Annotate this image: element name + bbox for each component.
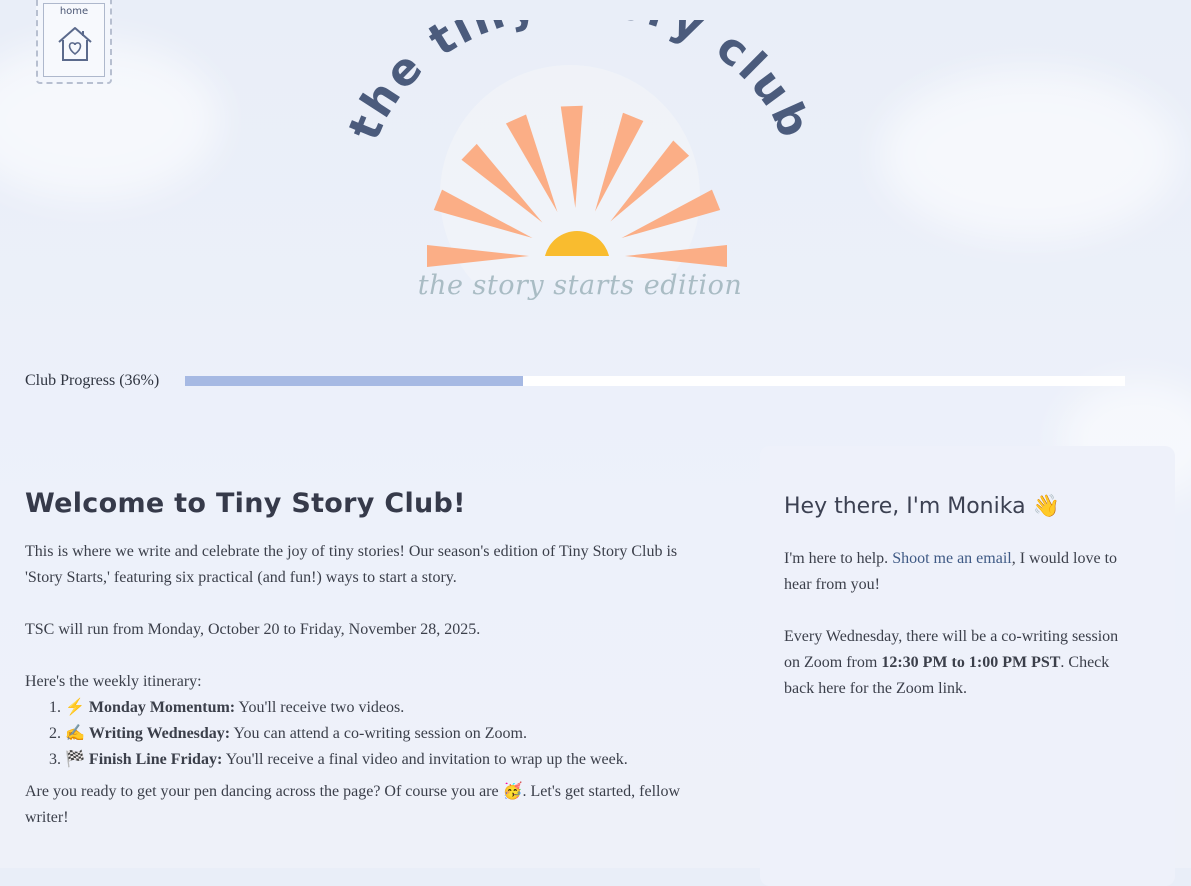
host-card: Hey there, I'm Monika 👋 I'm here to help… [760, 446, 1175, 886]
itinerary-title: Monday Momentum: [88, 699, 236, 716]
checkered-flag-icon: 🏁 [65, 751, 85, 768]
itinerary-text: You can attend a co-writing session on Z… [230, 725, 527, 742]
itinerary-text: You'll receive two videos. [235, 699, 405, 716]
cowrite-time: 12:30 PM to 1:00 PM PST [881, 654, 1061, 671]
itinerary-title: Writing Wednesday: [88, 725, 231, 742]
itinerary-text: You'll receive a final video and invitat… [222, 751, 628, 768]
club-progress: Club Progress (36%) [25, 370, 1125, 392]
itinerary-title: Finish Line Friday: [88, 751, 223, 768]
logo-subtitle: the story starts edition [417, 270, 743, 301]
progress-track [185, 376, 1125, 386]
club-logo: the tiny story club the story starts edi… [339, 0, 820, 325]
intro-text: This is where we write and celebrate the… [25, 543, 678, 586]
home-stamp-link[interactable]: home [36, 0, 112, 84]
help-text: I'm here to help. Shoot me an email, I w… [784, 546, 1134, 598]
host-greeting: Hey there, I'm Monika 👋 [784, 494, 1060, 519]
lightning-icon: ⚡ [65, 699, 85, 716]
closing-text-a: Are you ready to get your pen dancing ac… [25, 783, 503, 800]
dates-text: TSC will run from Monday, October 20 to … [25, 621, 481, 638]
cowrite-text: Every Wednesday, there will be a co-writ… [784, 624, 1134, 702]
home-label: home [59, 6, 89, 17]
writing-hand-icon: ✍️ [65, 725, 85, 742]
party-face-icon: 🥳 [502, 783, 523, 800]
itinerary-list: ⚡ Monday Momentum: You'll receive two vi… [25, 695, 705, 773]
itinerary-item: 🏁 Finish Line Friday: You'll receive a f… [65, 747, 705, 773]
welcome-section: Welcome to Tiny Story Club! This is wher… [25, 488, 705, 857]
sun-rays-icon: the tiny story club [339, 0, 818, 325]
closing-text: Are you ready to get your pen dancing ac… [25, 779, 705, 831]
progress-fill [185, 376, 524, 386]
itinerary-intro: Here's the weekly itinerary: [25, 673, 202, 690]
cloud-decoration [880, 70, 1180, 240]
progress-label: Club Progress (36%) [25, 372, 160, 389]
help-text-a: I'm here to help. [784, 550, 893, 567]
email-link[interactable]: Shoot me an email [892, 550, 1012, 567]
host-card-body: I'm here to help. Shoot me an email, I w… [784, 546, 1134, 728]
itinerary-item: ✍️ Writing Wednesday: You can attend a c… [65, 721, 705, 747]
page-title: Welcome to Tiny Story Club! [25, 488, 466, 519]
house-heart-icon [58, 27, 92, 61]
itinerary-item: ⚡ Monday Momentum: You'll receive two vi… [65, 695, 705, 721]
